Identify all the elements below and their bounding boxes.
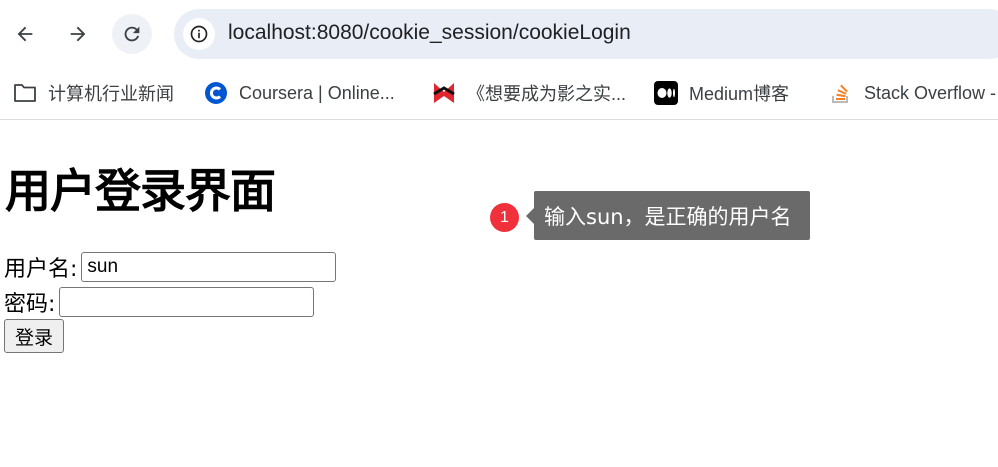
login-button[interactable]: 登录 — [4, 319, 65, 353]
bookmark-label: Coursera | Online... — [239, 82, 395, 103]
annotation-marker: 1 — [490, 203, 519, 232]
bookmark-stackoverflow[interactable]: Stack Overflow - — [828, 78, 996, 108]
password-row: 密码: — [4, 286, 315, 318]
bookmark-label: Medium博客 — [689, 84, 790, 104]
info-icon — [190, 25, 208, 43]
forward-button[interactable] — [58, 14, 98, 54]
username-label: 用户名: — [4, 257, 78, 282]
bookmark-label: 《想要成为影之实... — [467, 84, 627, 104]
password-input[interactable] — [59, 287, 315, 317]
arrow-left-icon — [17, 26, 33, 42]
back-button[interactable] — [5, 14, 45, 54]
bookmark-coursera[interactable]: Coursera | Online... — [203, 78, 395, 108]
mangabz-icon — [431, 80, 457, 106]
address-bar[interactable]: localhost:8080/cookie_session/cookieLogi… — [174, 9, 998, 59]
reload-icon — [124, 26, 140, 42]
folder-icon — [12, 80, 38, 106]
password-label: 密码: — [4, 292, 56, 317]
annotation-tooltip: 输入sun，是正确的用户名 — [526, 191, 810, 240]
username-row: 用户名: — [4, 251, 337, 283]
arrow-right-icon — [70, 26, 86, 42]
bookmark-label: 计算机行业新闻 — [48, 84, 174, 104]
url-text[interactable]: localhost:8080/cookie_session/cookieLogi… — [228, 21, 631, 45]
medium-icon — [653, 80, 679, 106]
site-info-button[interactable] — [183, 18, 215, 50]
bookmarks-bar: 计算机行业新闻 Coursera | Online... 《想要成为影之实... — [0, 68, 998, 120]
page-content: 用户登录界面 用户名: 密码: 登录 1 输入sun，是正确的用户名 — [0, 121, 998, 467]
bookmark-medium[interactable]: Medium博客 — [653, 78, 789, 108]
stackoverflow-icon — [828, 80, 854, 106]
reload-button[interactable] — [112, 14, 152, 54]
bookmark-manga[interactable]: 《想要成为影之实... — [431, 78, 626, 108]
coursera-icon — [203, 80, 229, 106]
bookmark-folder-news[interactable]: 计算机行业新闻 — [12, 78, 174, 108]
bookmark-label: Stack Overflow - — [864, 82, 997, 103]
username-input[interactable] — [81, 252, 337, 282]
browser-toolbar: localhost:8080/cookie_session/cookieLogi… — [0, 0, 998, 68]
page-title: 用户登录界面 — [5, 164, 276, 218]
